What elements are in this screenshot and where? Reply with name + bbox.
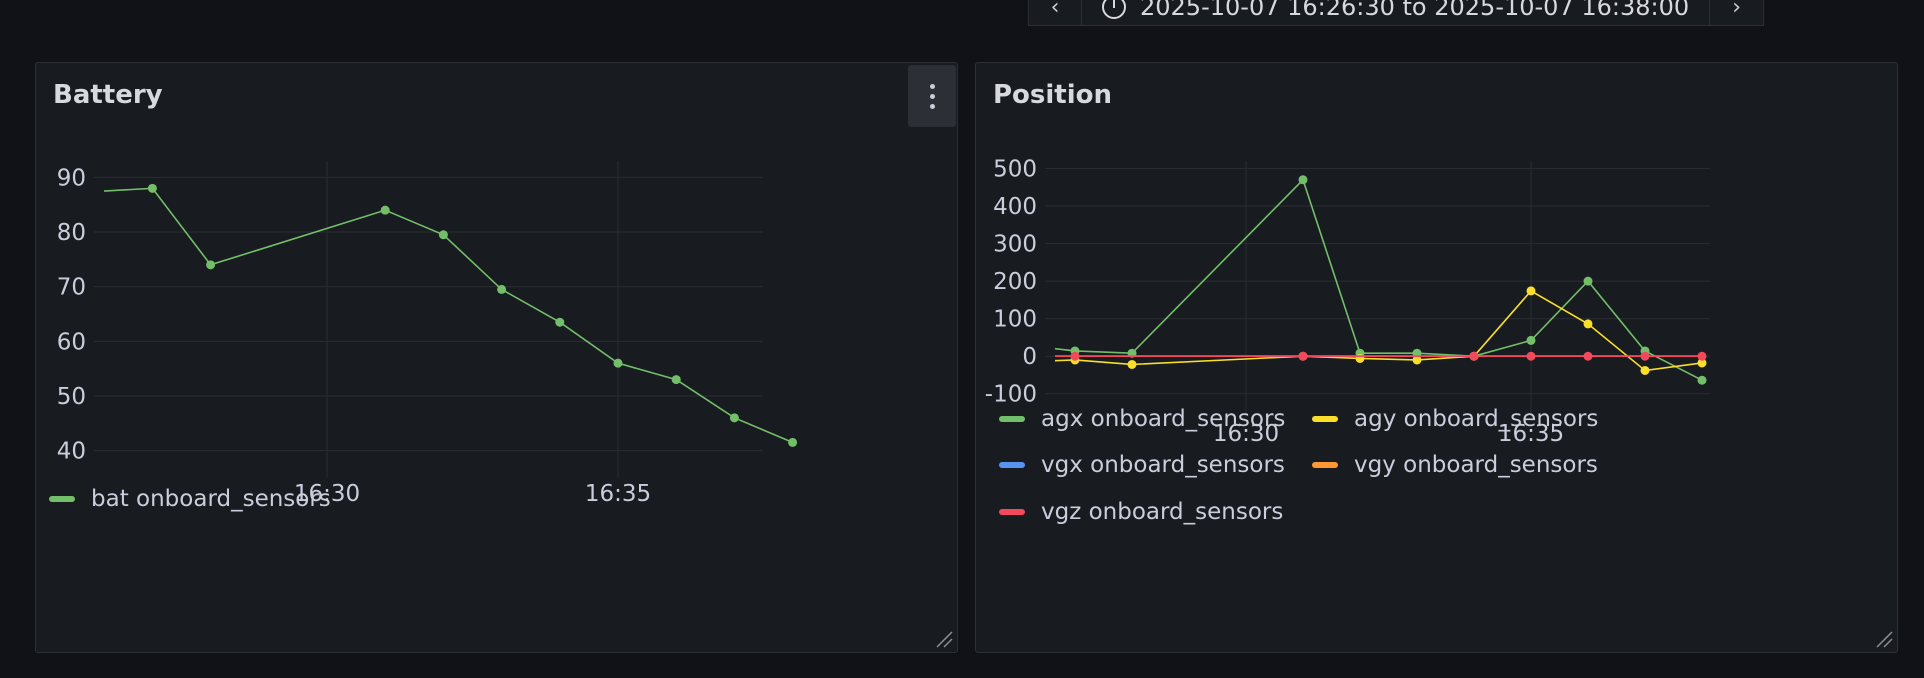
y-tick-label: 100 [993, 307, 1037, 333]
data-point [1583, 351, 1593, 361]
data-point [613, 358, 623, 368]
time-range-back-button[interactable]: ‹ [1028, 0, 1082, 26]
legend-swatch [1312, 462, 1338, 468]
time-range-picker[interactable]: 2025-10-07 16:26:30 to 2025-10-07 16:38:… [1082, 0, 1711, 26]
data-point [1640, 365, 1650, 375]
x-tick-label: 16:35 [585, 481, 651, 507]
resize-handle-icon[interactable] [1875, 630, 1893, 648]
battery-panel: Battery 40 50 60 70 80 90 16:30 16:35 bat onboa… [35, 62, 958, 653]
data-point [1583, 276, 1593, 286]
data-point [1583, 319, 1593, 329]
position-chart: -100010020030040050016:30 16:35 [985, 157, 1710, 447]
legend-swatch [999, 416, 1025, 422]
y-tick-label: 40 [57, 439, 86, 465]
y-tick-label: 300 [993, 232, 1037, 258]
data-point [1697, 375, 1707, 385]
data-point [671, 375, 681, 385]
data-point [497, 284, 507, 294]
legend-item[interactable]: vgz onboard_sensors [999, 499, 1283, 525]
legend-swatch [999, 462, 1025, 468]
data-point [1127, 359, 1137, 369]
data-point [555, 317, 565, 327]
data-point [729, 413, 739, 423]
data-point [380, 205, 390, 215]
y-tick-label: 400 [993, 194, 1037, 220]
y-tick-label: 60 [57, 329, 86, 355]
data-point [438, 230, 448, 240]
data-point [1526, 335, 1536, 345]
series-line [103, 187, 793, 444]
legend-item[interactable]: vgx onboard_sensors [999, 452, 1285, 478]
y-tick-label: -100 [985, 382, 1037, 408]
legend-swatch [1312, 416, 1338, 422]
legend-label: bat onboard_sensors [91, 486, 331, 512]
legend-label: vgy onboard_sensors [1354, 452, 1598, 478]
data-point [206, 260, 216, 270]
data-point [1298, 175, 1308, 185]
legend-item[interactable]: vgy onboard_sensors [1312, 452, 1598, 478]
resize-handle-icon[interactable] [935, 630, 953, 648]
battery-chart: 40506070809016:30 16:35 [57, 161, 798, 507]
data-point [1526, 286, 1536, 296]
time-range-forward-button[interactable]: › [1710, 0, 1765, 26]
y-tick-label: 80 [57, 220, 86, 246]
legend-item[interactable]: agy onboard_sensors [1312, 406, 1598, 432]
chevron-left-icon: ‹ [1050, 0, 1060, 20]
y-tick-label: 90 [57, 165, 86, 191]
clock-icon [1102, 0, 1126, 19]
y-tick-label: 70 [57, 275, 86, 301]
data-point [1526, 351, 1536, 361]
legend-item[interactable]: agx onboard_sensors [999, 406, 1285, 432]
y-tick-label: 200 [993, 269, 1037, 295]
chevron-right-icon: › [1732, 0, 1742, 20]
legend-swatch [49, 496, 75, 502]
legend-swatch [999, 509, 1025, 515]
legend-label: vgz onboard_sensors [1041, 499, 1284, 525]
data-point [1070, 351, 1080, 361]
legend-label: agy onboard_sensors [1354, 406, 1599, 432]
time-range-text: 2025-10-07 16:26:30 to 2025-10-07 16:38:… [1140, 0, 1690, 21]
legend-item[interactable]: bat onboard_sensors [49, 486, 331, 512]
data-point [788, 437, 798, 447]
time-range-toolbar: ‹ 2025-10-07 16:26:30 to 2025-10-07 16:3… [1028, 0, 1765, 26]
data-point [1355, 353, 1365, 363]
legend-label: vgx onboard_sensors [1041, 452, 1285, 478]
position-panel: Position -100 0 100 200 300 400 500 16:30 16:35 … [975, 62, 1898, 653]
series-line [1054, 178, 1703, 381]
y-tick-label: 50 [57, 384, 86, 410]
data-point [1640, 351, 1650, 361]
data-point [147, 183, 157, 193]
data-point [1469, 351, 1479, 361]
y-tick-label: 0 [1022, 344, 1037, 370]
data-point [1697, 351, 1707, 361]
y-tick-label: 500 [993, 157, 1037, 183]
legend-label: agx onboard_sensors [1041, 406, 1286, 432]
data-point [1298, 351, 1308, 361]
